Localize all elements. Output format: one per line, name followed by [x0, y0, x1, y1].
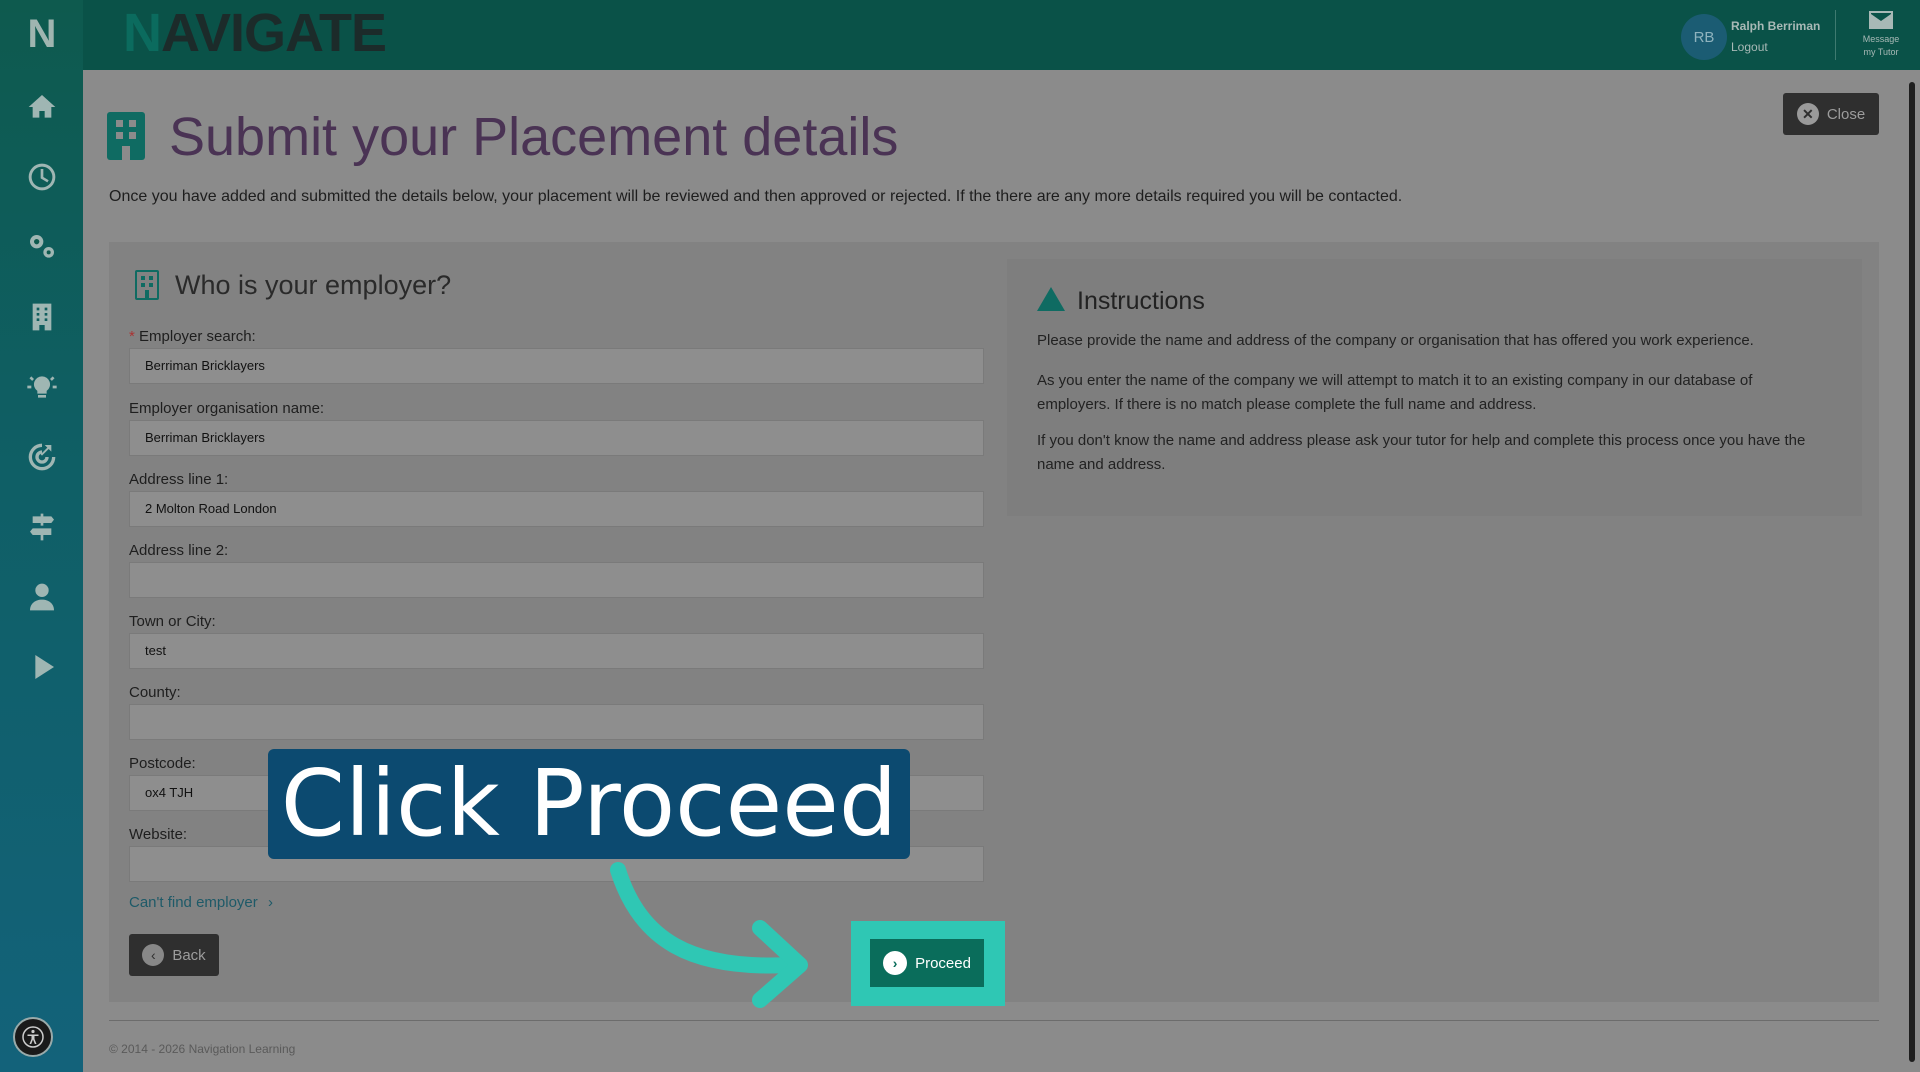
scrollbar[interactable] — [1903, 70, 1920, 1072]
close-label: Close — [1826, 105, 1866, 123]
employer-search-input[interactable]: Berriman Bricklayers — [129, 348, 984, 384]
instructions-paragraph: As you enter the name of the company we … — [1037, 372, 1753, 413]
accessibility-icon — [22, 1026, 44, 1048]
message-label: Message — [1862, 34, 1900, 44]
logo[interactable]: N — [22, 14, 62, 54]
postcode-label: Postcode: — [129, 755, 196, 772]
message-tutor-button[interactable]: Message my Tutor — [1851, 10, 1911, 59]
warning-icon — [1037, 287, 1065, 311]
org-name-label: Employer organisation name: — [129, 400, 325, 417]
signpost-icon[interactable] — [14, 505, 70, 549]
instructions-box: Instructions Please provide the name and… — [1007, 259, 1862, 516]
address-line2-label: Address line 2: — [129, 542, 229, 559]
building-icon — [107, 112, 145, 160]
brand-logo[interactable]: NAVIGATE — [123, 2, 387, 64]
back-button[interactable]: ‹ Back — [129, 934, 219, 976]
cant-find-employer-link[interactable]: Can't find employer › — [129, 894, 273, 911]
section-title: Who is your employer? — [175, 270, 452, 300]
building-icon — [135, 270, 159, 300]
org-name-input[interactable]: Berriman Bricklayers — [129, 420, 984, 456]
envelope-icon — [1869, 11, 1893, 29]
user-name: Ralph Berriman — [1731, 19, 1821, 33]
address-line2-input[interactable] — [129, 562, 984, 598]
page-title: Submit your Placement details — [169, 107, 899, 167]
website-label: Website: — [129, 826, 188, 843]
instructions-paragraph: If you don't know the name and address p… — [1037, 432, 1806, 473]
gears-icon[interactable] — [14, 225, 70, 269]
pointer-arrow-icon — [610, 862, 808, 1008]
tutor-label: my Tutor — [1863, 47, 1899, 57]
home-icon[interactable] — [14, 85, 70, 129]
play-icon[interactable] — [14, 645, 70, 689]
scrollbar-thumb[interactable] — [1909, 82, 1915, 1062]
footer-copyright: © 2014 - 2026 Navigation Learning — [109, 1042, 296, 1056]
address-line1-label: Address line 1: — [129, 471, 229, 488]
accessibility-button[interactable] — [13, 1017, 53, 1057]
address-line1-input[interactable]: 2 Molton Road London — [129, 491, 984, 527]
town-label: Town or City: — [129, 613, 216, 630]
form-panel: Who is your employer? * Employer search:… — [109, 242, 1879, 1002]
tutorial-callout: Click Proceed — [268, 749, 910, 859]
employer-search-label: * Employer search: — [129, 328, 256, 345]
county-input[interactable] — [129, 704, 984, 740]
logout-link[interactable]: Logout — [1731, 40, 1768, 54]
building-icon[interactable] — [14, 295, 70, 339]
divider — [1835, 10, 1836, 60]
user-icon[interactable] — [14, 575, 70, 619]
sidebar: N — [0, 0, 83, 1072]
chevron-left-icon: ‹ — [142, 944, 165, 966]
back-label: Back — [172, 946, 206, 964]
clock-icon[interactable] — [14, 155, 70, 199]
instructions-title: Instructions — [1077, 287, 1205, 315]
county-label: County: — [129, 684, 181, 701]
town-input[interactable]: test — [129, 633, 984, 669]
target-icon[interactable] — [14, 435, 70, 479]
close-icon: ✕ — [1796, 103, 1819, 125]
proceed-label: Proceed — [915, 954, 971, 972]
intro-text: Once you have added and submitted the de… — [109, 188, 1403, 205]
top-bar: NAVIGATE RB Ralph Berriman Logout Messag… — [83, 0, 1920, 70]
chevron-right-icon: › — [267, 894, 273, 911]
avatar[interactable]: RB — [1681, 14, 1727, 60]
lightbulb-icon[interactable] — [14, 365, 70, 409]
close-button[interactable]: ✕ Close — [1783, 93, 1879, 135]
footer-divider — [109, 1020, 1879, 1021]
chevron-right-icon: › — [883, 951, 908, 975]
instructions-paragraph: Please provide the name and address of t… — [1037, 332, 1754, 349]
proceed-button[interactable]: › Proceed — [870, 939, 984, 987]
